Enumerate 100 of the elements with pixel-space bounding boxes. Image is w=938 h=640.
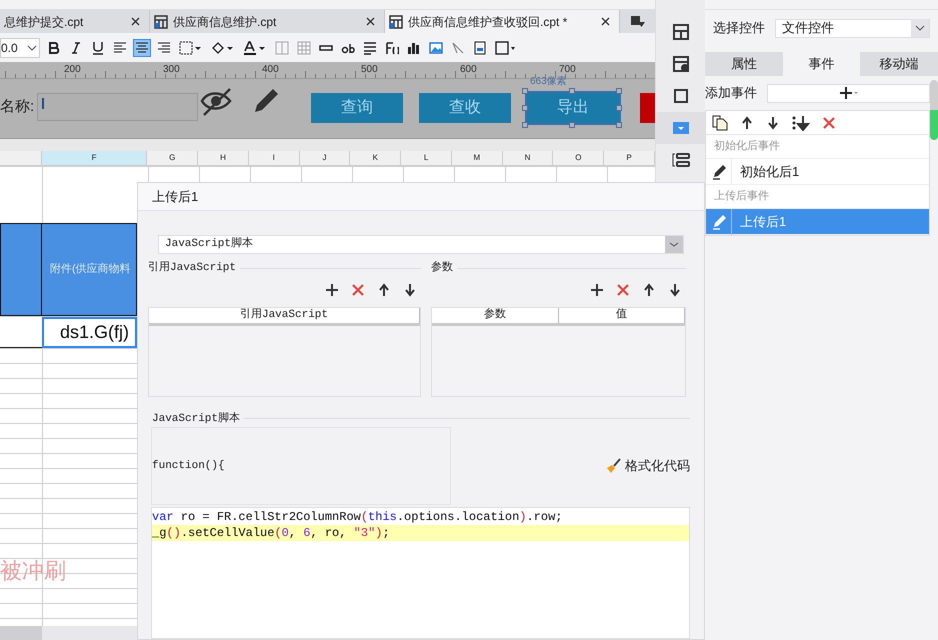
report-icon xyxy=(154,14,168,28)
brush-icon xyxy=(605,458,621,474)
move-bottom-icon[interactable] xyxy=(792,114,810,130)
column-header[interactable]: L xyxy=(401,151,452,165)
frame-icon[interactable] xyxy=(672,87,690,105)
section-label: JavaScript脚本 xyxy=(152,411,240,426)
arrow-down-icon[interactable] xyxy=(668,282,682,296)
resize-handle[interactable] xyxy=(569,122,575,128)
column-header[interactable]: J xyxy=(300,151,350,165)
scrollbar-thumb[interactable] xyxy=(930,80,938,140)
chevron-down-icon xyxy=(911,19,929,37)
script-type-select[interactable]: JavaScript脚本 xyxy=(158,235,684,254)
split-cells-icon[interactable] xyxy=(296,40,312,56)
pencil-icon xyxy=(710,213,726,230)
code-line: var ro = FR.cellStr2ColumnRow(this.options.location).row; xyxy=(152,509,564,525)
ruler-label: 500 xyxy=(361,63,378,77)
ruler-label: 700 xyxy=(559,63,576,76)
chevron-down-icon xyxy=(665,236,683,253)
widget-select[interactable]: 文件控件 xyxy=(775,18,930,38)
arrow-down-icon[interactable] xyxy=(766,116,780,130)
header-cell: 附件(供应商物料 xyxy=(41,223,137,316)
arrow-up-icon[interactable] xyxy=(377,282,391,296)
report-icon xyxy=(389,14,403,28)
underline-icon[interactable] xyxy=(90,40,106,56)
ruler-label: 600 xyxy=(460,63,477,77)
event-item[interactable]: 初始化后1 xyxy=(706,159,929,185)
column-header[interactable]: F xyxy=(42,151,148,165)
font-size-select[interactable]: 0.0 xyxy=(0,38,40,58)
hidden-eye-icon xyxy=(200,87,234,117)
font-color-icon[interactable] xyxy=(242,40,268,56)
border-icon[interactable] xyxy=(178,40,204,56)
frame-icon[interactable] xyxy=(494,40,518,56)
paint-bucket-icon[interactable] xyxy=(210,40,236,56)
resize-handle[interactable] xyxy=(522,122,528,128)
size-hint: 663像素 xyxy=(530,77,567,87)
name-field[interactable] xyxy=(37,93,198,121)
plus-icon[interactable] xyxy=(590,282,604,296)
chevron-down-icon xyxy=(27,44,37,52)
column-header[interactable]: I xyxy=(248,151,300,165)
column-header[interactable]: N xyxy=(502,151,554,165)
field-label: 名称: xyxy=(0,97,34,117)
resize-handle[interactable] xyxy=(522,105,528,111)
ruler-label: 300 xyxy=(163,63,180,77)
plus-icon[interactable] xyxy=(325,282,339,296)
resize-handle[interactable] xyxy=(522,88,528,94)
column-header[interactable]: K xyxy=(350,151,402,165)
column-header[interactable]: M xyxy=(452,151,503,165)
arrow-up-icon[interactable] xyxy=(642,282,656,296)
dropdown-widget-icon[interactable] xyxy=(672,119,690,137)
code-editor[interactable]: var ro = FR.cellStr2ColumnRow(this.options.location).row; _g().setCellValue(0, 6, ro, "3"); xyxy=(151,507,690,639)
field-label: 添加事件 xyxy=(705,84,757,102)
ruler-label: 200 xyxy=(64,63,81,77)
info-table-icon[interactable] xyxy=(672,55,690,73)
format-code-button[interactable]: 格式化代码 xyxy=(605,456,690,476)
delete-icon[interactable] xyxy=(351,282,365,296)
dialog-title: 上传后1 xyxy=(138,183,704,211)
lines-icon[interactable] xyxy=(362,40,378,56)
panel-tab[interactable]: 移动端 xyxy=(860,52,938,76)
ruler-label: 400 xyxy=(262,63,279,77)
copy-icon[interactable] xyxy=(712,114,728,130)
column-header[interactable]: H xyxy=(198,151,249,165)
merge-cells-icon[interactable] xyxy=(274,40,290,56)
column-header: 参数 xyxy=(432,308,558,322)
layout-icon[interactable] xyxy=(672,23,690,41)
arrow-up-icon[interactable] xyxy=(740,116,754,130)
align-right-icon[interactable] xyxy=(156,40,172,56)
cell-text: 被冲刷 xyxy=(0,557,66,585)
column-header: 引用JavaScript xyxy=(149,308,420,322)
resize-handle[interactable] xyxy=(616,122,622,128)
list-widget-icon[interactable] xyxy=(672,151,690,169)
selected-cell[interactable]: ds1.G(fj) xyxy=(42,317,137,348)
column-header[interactable]: O xyxy=(553,151,604,165)
plus-icon xyxy=(838,86,858,100)
close-icon[interactable] xyxy=(600,16,611,27)
resize-handle[interactable] xyxy=(569,88,575,94)
section-label: 参数 xyxy=(431,260,453,276)
field-label: 选择控件 xyxy=(713,19,765,38)
delete-icon[interactable] xyxy=(822,116,836,130)
section-label: 引用JavaScript xyxy=(148,260,236,276)
bold-icon[interactable] xyxy=(46,40,62,56)
scrollbar-thumb[interactable] xyxy=(0,626,42,640)
align-center-icon[interactable] xyxy=(134,40,150,56)
slash-icon[interactable] xyxy=(450,40,466,56)
tab-menu-icon[interactable] xyxy=(630,16,644,28)
close-icon[interactable] xyxy=(365,16,376,27)
close-icon[interactable] xyxy=(130,16,141,27)
arrow-down-icon[interactable] xyxy=(403,282,417,296)
resize-handle[interactable] xyxy=(616,88,622,94)
image-icon[interactable] xyxy=(428,40,444,56)
function-header: function(){ xyxy=(152,458,225,474)
panel-tab[interactable]: 属性 xyxy=(705,52,783,76)
document-icon[interactable] xyxy=(472,40,488,56)
column-header[interactable]: G xyxy=(147,151,198,165)
resize-handle[interactable] xyxy=(616,105,622,111)
column-header: 值 xyxy=(558,308,685,322)
pencil-icon xyxy=(710,163,726,180)
formula-icon[interactable] xyxy=(384,40,400,56)
align-left-icon[interactable] xyxy=(112,40,128,56)
delete-icon[interactable] xyxy=(616,282,630,296)
file-tab[interactable]: 供应商信息维护查收驳回.cpt * xyxy=(385,10,620,33)
